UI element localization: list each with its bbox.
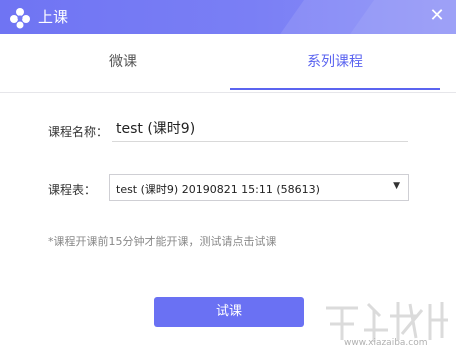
schedule-select[interactable]: test (课时9) 20190821 15:11 (58613) ▼	[109, 174, 409, 201]
tab-series-course[interactable]: 系列课程	[230, 34, 440, 92]
course-name-input[interactable]	[112, 114, 408, 142]
try-class-button[interactable]: 试课	[154, 297, 304, 327]
dropdown-arrow-icon: ▼	[393, 181, 400, 191]
schedule-selected-value: test (课时9) 20190821 15:11 (58613)	[116, 183, 320, 196]
schedule-label: 课程表：	[48, 183, 97, 197]
tab-micro-course[interactable]: 微课	[48, 34, 198, 92]
app-logo-icon	[10, 8, 30, 29]
course-name-label: 课程名称：	[48, 125, 109, 139]
tab-bar: 微课 系列课程	[0, 34, 456, 93]
active-tab-indicator	[230, 88, 440, 90]
hint-text: *课程开课前15分钟才能开课，测试请点击试课	[48, 235, 277, 248]
close-icon[interactable]: ✕	[428, 7, 446, 25]
window-title: 上课	[38, 8, 69, 26]
title-bar: 上课 ✕	[0, 0, 456, 34]
watermark-text: www.xiazaiba.com	[344, 338, 428, 348]
